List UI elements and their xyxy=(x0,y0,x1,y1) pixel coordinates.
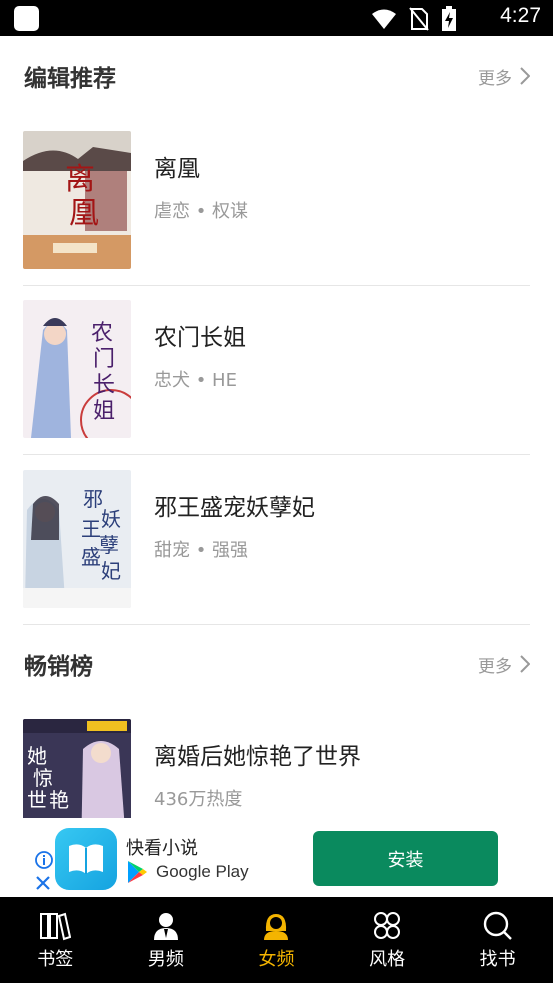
more-link[interactable]: 更多 xyxy=(478,64,530,89)
status-icons xyxy=(371,6,457,32)
google-play-icon xyxy=(128,861,147,883)
svg-text:艳: 艳 xyxy=(49,788,69,812)
ad-app-name: 快看小说 xyxy=(126,838,198,859)
book-item[interactable]: 农 门 长 姐 农门长姐 忠犬 • HE xyxy=(23,300,530,440)
svg-text:惊: 惊 xyxy=(33,766,53,790)
book-cover[interactable]: 她 惊 世 艳 xyxy=(23,719,131,819)
ad-close-icon[interactable] xyxy=(35,875,51,891)
tab-label: 风格 xyxy=(369,949,406,970)
svg-text:王: 王 xyxy=(81,517,101,541)
ad-info-icon[interactable] xyxy=(35,851,53,869)
female-person-icon xyxy=(264,914,289,940)
section-header-editor: 编辑推荐 更多 xyxy=(24,56,530,96)
status-bar: 4:27 xyxy=(0,0,553,36)
battery-charging-icon xyxy=(442,6,456,31)
svg-text:她: 她 xyxy=(27,744,47,768)
tab-style[interactable]: 风格 xyxy=(332,897,443,983)
male-person-icon xyxy=(153,913,178,940)
section-title: 畅销榜 xyxy=(24,654,93,680)
chevron-right-icon xyxy=(520,67,530,85)
book-title: 离婚后她惊艳了世界 xyxy=(154,744,361,770)
tab-label: 书签 xyxy=(37,949,74,970)
install-button[interactable]: 安装 xyxy=(313,831,498,886)
google-play-badge: Google Play xyxy=(126,860,249,884)
svg-text:孽: 孽 xyxy=(99,533,119,557)
book-cover[interactable]: 邪 妖 王 孽 盛 妃 xyxy=(23,470,131,608)
book-item[interactable]: 她 惊 世 艳 离婚后她惊艳了世界 436万热度 xyxy=(23,719,530,819)
tab-female[interactable]: 女频 xyxy=(221,897,332,983)
tab-label: 男频 xyxy=(147,949,184,970)
bookshelf-icon xyxy=(40,912,72,941)
divider xyxy=(23,454,530,455)
wifi-icon xyxy=(372,9,396,29)
tab-find-books[interactable]: 找书 xyxy=(442,897,553,983)
ad-banner[interactable]: 快看小说 Google Play 安装 xyxy=(0,818,553,898)
more-label: 更多 xyxy=(478,68,512,89)
app-indicator-icon xyxy=(14,6,39,31)
book-title: 农门长姐 xyxy=(154,325,246,351)
book-title: 离凰 xyxy=(154,156,200,182)
svg-text:姐: 姐 xyxy=(93,399,115,424)
more-link[interactable]: 更多 xyxy=(478,652,530,677)
svg-text:妃: 妃 xyxy=(101,559,121,583)
divider xyxy=(23,624,530,625)
book-item[interactable]: 离 凰 离凰 虐恋 • 权谋 xyxy=(23,131,530,271)
more-label: 更多 xyxy=(478,656,512,677)
svg-text:妖: 妖 xyxy=(101,507,121,531)
divider xyxy=(23,285,530,286)
ad-app-icon[interactable] xyxy=(55,828,117,890)
svg-text:长: 长 xyxy=(93,373,115,398)
tab-male[interactable]: 男频 xyxy=(111,897,222,983)
book-cover[interactable]: 农 门 长 姐 xyxy=(23,300,131,438)
clock: 4:27 xyxy=(500,4,541,27)
book-heat: 436万热度 xyxy=(154,789,243,810)
bottom-tab-bar: 书签 男频 女频 风格 找书 xyxy=(0,897,553,983)
book-tags: 忠犬 • HE xyxy=(154,370,237,391)
store-name: Google Play xyxy=(156,862,249,881)
tab-label: 女频 xyxy=(258,949,295,970)
book-tags: 甜宠 • 强强 xyxy=(154,540,249,561)
svg-text:门: 门 xyxy=(93,347,115,372)
tab-label: 找书 xyxy=(479,949,516,970)
svg-text:邪: 邪 xyxy=(83,487,103,511)
svg-text:农: 农 xyxy=(91,321,113,346)
search-icon xyxy=(483,911,512,940)
svg-text:离: 离 xyxy=(65,162,95,197)
book-tags: 虐恋 • 权谋 xyxy=(154,201,249,222)
svg-text:世: 世 xyxy=(27,788,47,812)
grid-flower-icon xyxy=(374,912,401,939)
section-title: 编辑推荐 xyxy=(24,66,116,92)
tab-bookmarks[interactable]: 书签 xyxy=(0,897,111,983)
svg-text:盛: 盛 xyxy=(81,545,101,569)
book-cover[interactable]: 离 凰 xyxy=(23,131,131,269)
section-header-bestseller: 畅销榜 更多 xyxy=(24,644,530,684)
svg-text:凰: 凰 xyxy=(69,196,99,231)
chevron-right-icon xyxy=(520,655,530,673)
no-sim-icon xyxy=(409,7,429,31)
book-title: 邪王盛宠妖孽妃 xyxy=(154,495,315,521)
book-item[interactable]: 邪 妖 王 孽 盛 妃 邪王盛宠妖孽妃 甜宠 • 强强 xyxy=(23,470,530,610)
